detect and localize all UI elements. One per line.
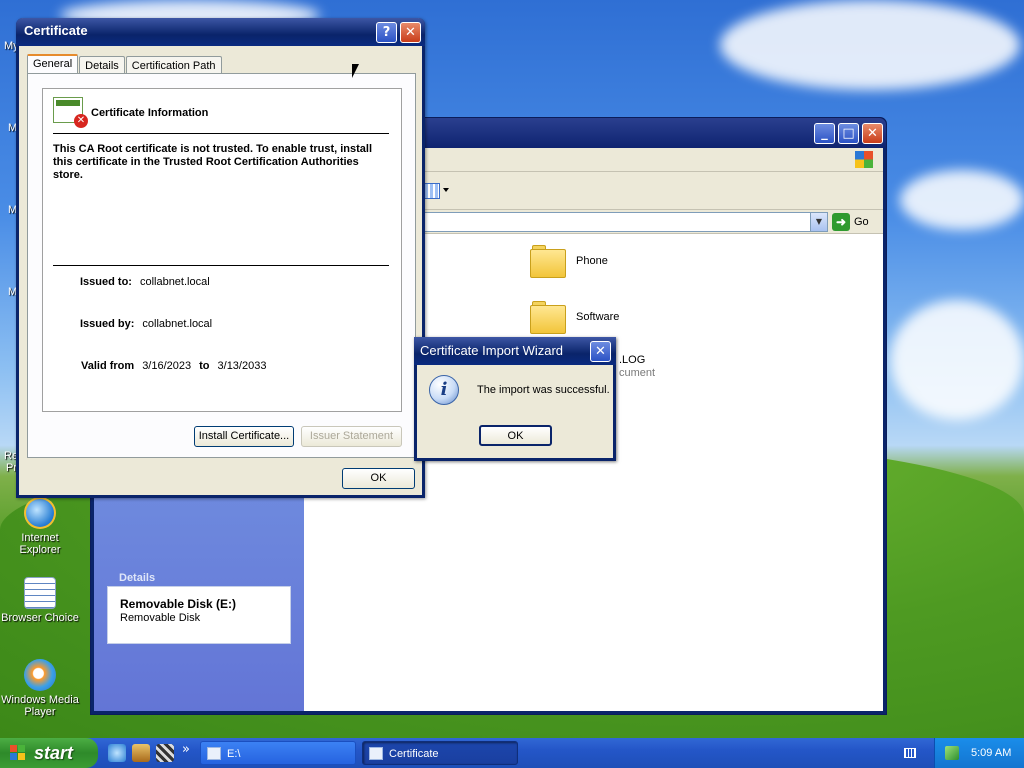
desktop-cloud — [890, 300, 1024, 420]
file-type: cument — [619, 367, 656, 379]
folder-icon — [530, 244, 566, 278]
issuer-statement-button[interactable]: Issuer Statement — [301, 426, 402, 447]
ok-button[interactable]: OK — [342, 468, 415, 489]
drive-icon — [207, 747, 221, 760]
taskbar: start » E:\ Certificate 5:09 AM — [0, 738, 1024, 768]
minimize-button[interactable]: _ — [814, 123, 835, 144]
issued-by-row: Issued by: collabnet.local — [80, 318, 212, 330]
issued-to-label: Issued to: — [80, 276, 132, 288]
trust-warning: This CA Root certificate is not trusted.… — [53, 143, 373, 181]
validity-row: Valid from 3/16/2023 to 3/13/2033 — [81, 360, 266, 372]
quicklaunch-browser-icon[interactable] — [108, 744, 126, 762]
maximize-button[interactable]: □ — [838, 123, 859, 144]
certificate-info-title: Certificate Information — [91, 107, 209, 119]
valid-to-value: 3/13/2033 — [217, 360, 267, 372]
help-button[interactable]: ? — [376, 22, 397, 43]
system-tray: 5:09 AM — [934, 738, 1024, 768]
close-button[interactable]: ✕ — [400, 22, 421, 43]
divider — [53, 133, 389, 134]
issued-to-value: collabnet.local — [139, 276, 210, 288]
mouse-cursor-icon — [352, 64, 359, 78]
desktop-icon-label: Internet Explorer — [19, 532, 61, 556]
go-button[interactable]: ➜ Go — [832, 212, 880, 232]
task-label: E:\ — [227, 748, 241, 760]
quicklaunch-media-icon[interactable] — [156, 744, 174, 762]
wizard-titlebar[interactable]: Certificate Import Wizard ✕ — [414, 337, 616, 365]
file-name: .LOG — [619, 354, 646, 366]
tab-details[interactable]: Details — [79, 56, 125, 74]
network-icon[interactable] — [945, 746, 959, 760]
taskbar-button-certificate[interactable]: Certificate — [362, 741, 518, 765]
issued-by-label: Issued by: — [80, 318, 135, 330]
windows-logo-icon — [10, 745, 26, 761]
certificate-window[interactable]: Certificate ? ✕ General Details Certific… — [16, 18, 425, 498]
wizard-message: The import was successful. — [477, 384, 610, 396]
start-button[interactable]: start — [0, 738, 98, 768]
go-arrow-icon: ➜ — [832, 213, 850, 231]
chevron-down-icon[interactable]: ▼ — [810, 213, 827, 231]
details-type: Removable Disk — [120, 612, 201, 624]
window-title: Certificate Import Wizard — [420, 343, 564, 358]
import-wizard-dialog[interactable]: Certificate Import Wizard ✕ i The import… — [414, 337, 616, 461]
desktop-icon-browser-choice[interactable]: Browser Choice — [0, 577, 80, 624]
file-item-phone[interactable]: Phone — [530, 244, 608, 278]
clock[interactable]: 5:09 AM — [971, 747, 1011, 759]
folder-icon — [530, 300, 566, 334]
issued-to-row: Issued to: collabnet.local — [80, 276, 210, 288]
certificate-titlebar[interactable]: Certificate ? ✕ — [16, 18, 425, 46]
valid-to-label: to — [199, 360, 210, 372]
windows-logo-icon — [855, 151, 873, 168]
close-button[interactable]: ✕ — [862, 123, 883, 144]
details-name: Removable Disk (E:) — [120, 597, 237, 611]
details-panel: Removable Disk (E:) Removable Disk — [107, 586, 291, 644]
window-title: Certificate — [24, 23, 88, 38]
tab-certification-path[interactable]: Certification Path — [125, 56, 222, 74]
issued-by-value: collabnet.local — [142, 318, 213, 330]
go-label: Go — [854, 216, 869, 228]
quicklaunch-app-icon[interactable] — [132, 744, 150, 762]
tab-panel-general: ✕ Certificate Information This CA Root c… — [27, 73, 416, 458]
close-button[interactable]: ✕ — [590, 341, 611, 362]
chevron-down-icon[interactable] — [443, 188, 449, 192]
info-icon: i — [429, 375, 459, 405]
file-item-log[interactable]: .LOG cument — [619, 354, 655, 380]
install-certificate-button[interactable]: Install Certificate... — [194, 426, 294, 447]
desktop-icon-internet-explorer[interactable]: Internet Explorer — [0, 497, 80, 556]
valid-from-label: Valid from — [81, 360, 135, 372]
desktop-cloud — [720, 0, 1020, 90]
desktop-icon-windows-media-player[interactable]: Windows Media Player — [0, 659, 80, 718]
certificate-icon — [369, 747, 383, 760]
ok-button[interactable]: OK — [479, 425, 552, 446]
certificate-info-box: ✕ Certificate Information This CA Root c… — [42, 88, 402, 412]
tab-general[interactable]: General — [27, 54, 79, 74]
task-label: Certificate — [389, 748, 439, 760]
details-heading[interactable]: Details — [107, 572, 291, 586]
desktop-icon-label: Windows Media Player — [1, 694, 79, 718]
file-name: Software — [576, 311, 620, 323]
file-item-software[interactable]: Software — [530, 300, 619, 334]
valid-from-value: 3/16/2023 — [142, 360, 192, 372]
keyboard-icon[interactable] — [904, 748, 916, 758]
start-label: start — [34, 743, 74, 763]
desktop-cloud — [900, 170, 1024, 230]
views-icon[interactable] — [424, 183, 440, 199]
windows-media-player-icon — [24, 659, 56, 691]
quicklaunch-more-icon[interactable]: » — [182, 742, 190, 757]
tab-strip: General Details Certification Path — [27, 54, 223, 74]
taskbar-button-drive-e[interactable]: E:\ — [200, 741, 356, 765]
desktop-icon-label: Browser Choice — [1, 612, 79, 624]
internet-explorer-icon — [24, 497, 56, 529]
browser-choice-icon — [24, 577, 56, 609]
file-name: Phone — [576, 255, 608, 267]
divider — [53, 265, 389, 266]
certificate-error-icon: ✕ — [53, 97, 88, 128]
